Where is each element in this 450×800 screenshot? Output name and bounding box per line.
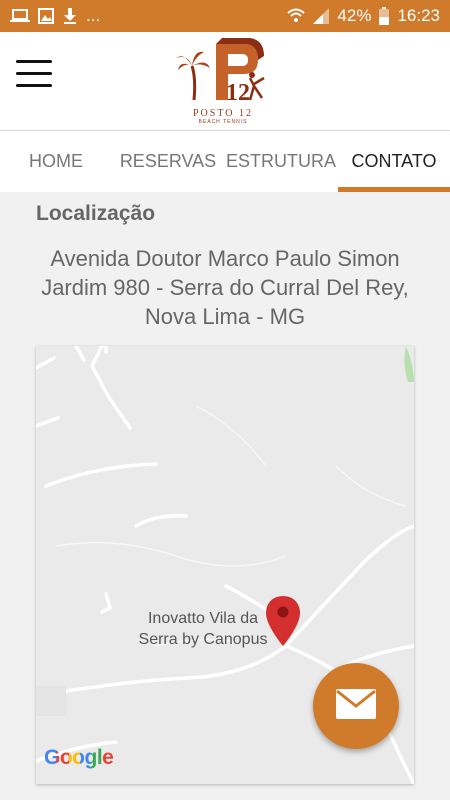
address-text: Avenida Doutor Marco Paulo Simon Jardim … (41, 246, 409, 329)
place-label-line1: Inovatto Vila da (147, 610, 258, 627)
laptop-icon (10, 8, 30, 24)
menu-icon-bar (16, 60, 52, 63)
wifi-icon (287, 8, 306, 24)
tab-estrutura[interactable]: ESTRUTURA (224, 131, 338, 193)
email-fab-button[interactable] (313, 663, 399, 749)
signal-icon (313, 8, 330, 24)
status-bar: ... 42% 16:23 (0, 0, 450, 32)
google-attribution: Google (44, 746, 114, 770)
place-label-line2: Serra by Canopus (138, 631, 268, 648)
menu-icon-bar (16, 72, 52, 75)
overflow-dots: ... (86, 6, 101, 25)
tab-reservas[interactable]: RESERVAS (112, 131, 224, 193)
download-icon (62, 8, 78, 24)
logo-subtext: BEACH TENNIS (198, 119, 248, 125)
place-label: Inovatto Vila da Serra by Canopus (128, 608, 278, 650)
image-icon (38, 8, 54, 24)
map-pin-icon[interactable] (266, 596, 300, 651)
logo-text: POSTO 12 (193, 108, 253, 119)
nav-tabs: HOME RESERVAS ESTRUTURA CONTATO (0, 130, 450, 194)
battery-percent: 42% (337, 6, 372, 25)
menu-icon-bar (16, 84, 52, 87)
tab-contato[interactable]: CONTATO (338, 131, 450, 193)
brand-logo: 12 POSTO 12 BEACH TENNIS (176, 38, 270, 125)
tab-home[interactable]: HOME (0, 131, 112, 193)
menu-button[interactable] (16, 60, 52, 92)
battery-icon (379, 7, 390, 25)
google-logo-text: Google (44, 746, 114, 769)
clock-time: 16:23 (397, 6, 440, 25)
status-bar-right: 42% 16:23 (287, 6, 440, 26)
status-bar-left: ... (10, 6, 100, 26)
app-header: 12 POSTO 12 BEACH TENNIS (0, 32, 450, 130)
mail-icon (336, 688, 376, 724)
section-title: Localização (36, 202, 156, 225)
logo-number: 12 (226, 80, 250, 106)
